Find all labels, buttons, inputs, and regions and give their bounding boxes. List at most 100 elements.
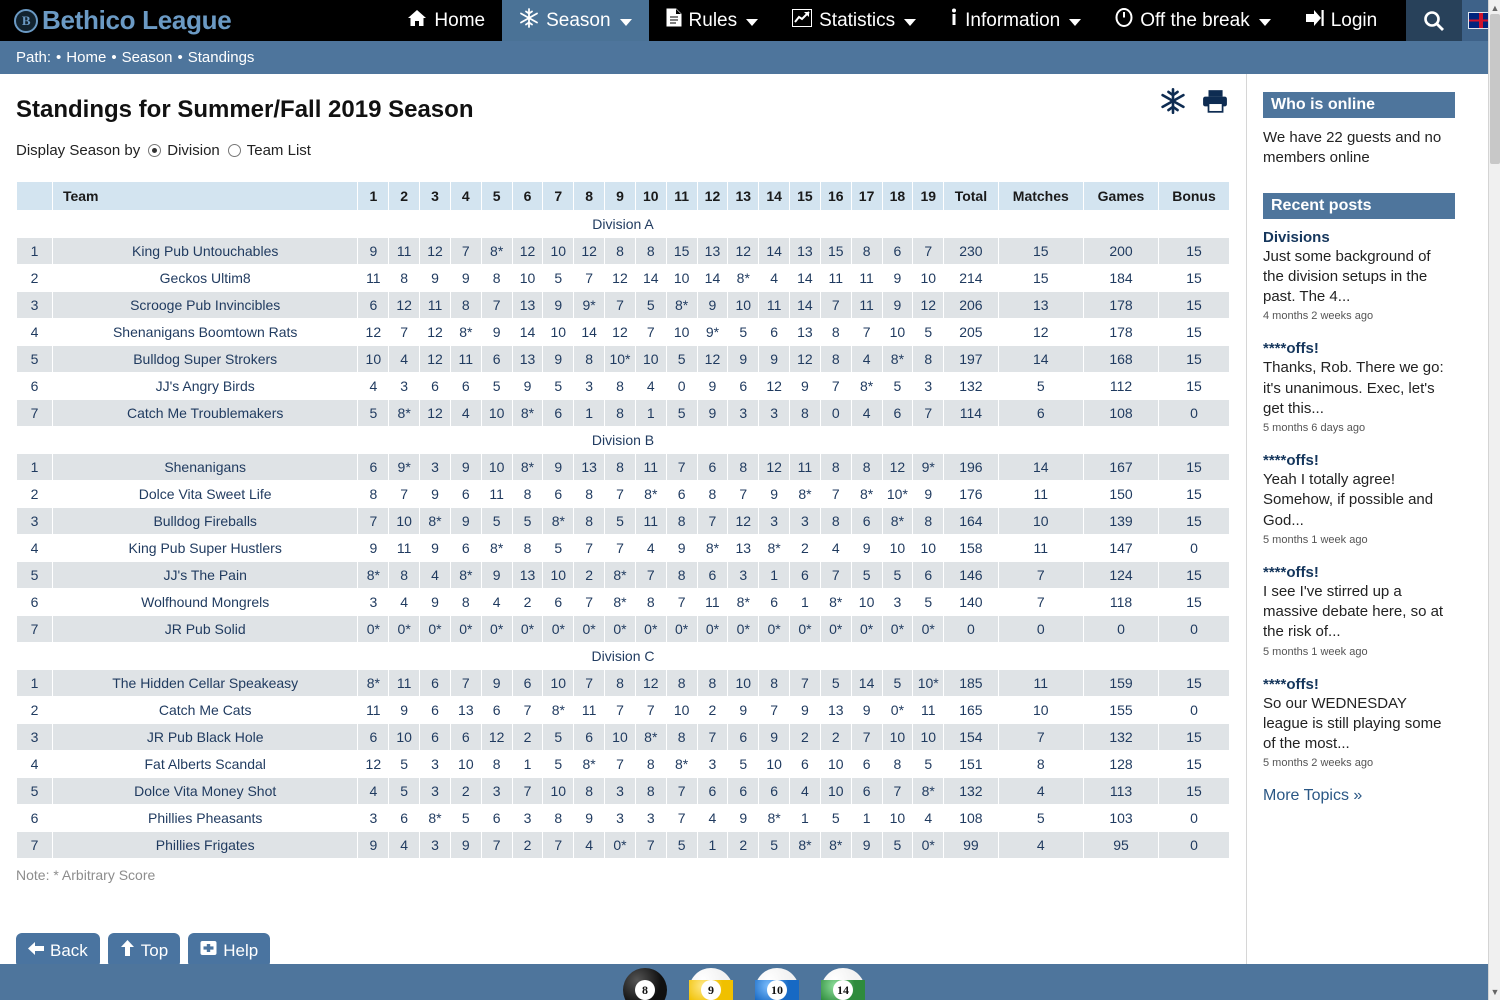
team-name-link[interactable]: King Pub Untouchables xyxy=(52,238,358,264)
week-score-8: 8 xyxy=(574,481,605,507)
col-team[interactable]: Team xyxy=(52,182,358,210)
breadcrumb-item-standings[interactable]: Standings xyxy=(188,49,255,66)
nav-item-information[interactable]: Information xyxy=(933,0,1098,41)
team-name-link[interactable]: Phillies Pheasants xyxy=(52,805,358,831)
nav-item-home[interactable]: Home xyxy=(390,0,502,41)
recent-posts-list: Divisions Just some background of the div… xyxy=(1263,229,1486,770)
team-name-link[interactable]: Scrooge Pub Invincibles xyxy=(52,292,358,318)
col-week-10[interactable]: 10 xyxy=(635,182,666,210)
col-week-15[interactable]: 15 xyxy=(790,182,820,210)
page-scrollbar[interactable]: ▲ ▼ xyxy=(1488,0,1500,1000)
col-bonus[interactable]: Bonus xyxy=(1159,182,1229,210)
team-name-link[interactable]: The Hidden Cellar Speakeasy xyxy=(52,670,358,696)
site-logo[interactable]: B Bethico League xyxy=(0,0,245,41)
post-title[interactable]: ****offs! xyxy=(1263,340,1449,357)
row-rank: 2 xyxy=(17,481,52,507)
team-name-link[interactable]: Phillies Frigates xyxy=(52,832,358,858)
week-score-3: 6 xyxy=(420,697,450,723)
col-week-18[interactable]: 18 xyxy=(882,182,913,210)
week-score-1: 8* xyxy=(358,562,389,588)
row-rank: 5 xyxy=(17,346,52,372)
week-score-15: 3 xyxy=(790,508,820,534)
col-week-14[interactable]: 14 xyxy=(759,182,790,210)
week-score-2: 6 xyxy=(389,805,420,831)
col-games[interactable]: Games xyxy=(1083,182,1159,210)
col-week-5[interactable]: 5 xyxy=(481,182,512,210)
scrollbar-thumb[interactable] xyxy=(1490,14,1500,164)
col-week-7[interactable]: 7 xyxy=(543,182,574,210)
snowflake-icon[interactable] xyxy=(1160,88,1186,119)
col-week-19[interactable]: 19 xyxy=(913,182,944,210)
breadcrumb-item-season[interactable]: Season xyxy=(122,49,173,66)
team-name-link[interactable]: Bulldog Fireballs xyxy=(52,508,358,534)
col-week-11[interactable]: 11 xyxy=(666,182,697,210)
col-week-6[interactable]: 6 xyxy=(512,182,543,210)
col-week-8[interactable]: 8 xyxy=(574,182,605,210)
team-name-link[interactable]: Dolce Vita Sweet Life xyxy=(52,481,358,507)
week-score-9: 8 xyxy=(605,373,635,399)
col-week-17[interactable]: 17 xyxy=(851,182,882,210)
more-topics-link[interactable]: More Topics » xyxy=(1263,787,1486,805)
team-name-link[interactable]: Wolfhound Mongrels xyxy=(52,589,358,615)
post-title[interactable]: ****offs! xyxy=(1263,452,1449,469)
team-name-link[interactable]: JR Pub Black Hole xyxy=(52,724,358,750)
back-button[interactable]: Back xyxy=(16,933,100,968)
team-name-link[interactable]: Shenanigans Boomtown Rats xyxy=(52,319,358,345)
team-name-link[interactable]: Dolce Vita Money Shot xyxy=(52,778,358,804)
help-button[interactable]: Help xyxy=(188,933,271,968)
team-name-link[interactable]: Fat Alberts Scandal xyxy=(52,751,358,777)
col-week-2[interactable]: 2 xyxy=(389,182,420,210)
radio-division[interactable] xyxy=(148,144,162,157)
week-score-4: 6 xyxy=(450,535,481,561)
post-title[interactable]: ****offs! xyxy=(1263,564,1449,581)
breadcrumb-item-home[interactable]: Home xyxy=(66,49,106,66)
week-score-9: 8 xyxy=(605,400,635,426)
team-name-link[interactable]: Catch Me Cats xyxy=(52,697,358,723)
printer-icon[interactable] xyxy=(1202,89,1228,118)
search-button[interactable] xyxy=(1406,0,1462,41)
team-name-link[interactable]: JJ's Angry Birds xyxy=(52,373,358,399)
week-score-4: 9 xyxy=(450,454,481,480)
col-week-16[interactable]: 16 xyxy=(820,182,851,210)
col-week-1[interactable]: 1 xyxy=(358,182,389,210)
top-button[interactable]: Top xyxy=(107,933,181,968)
team-name-link[interactable]: King Pub Super Hustlers xyxy=(52,535,358,561)
nav-item-off-the-break[interactable]: Off the break xyxy=(1098,0,1288,41)
week-score-4: 8 xyxy=(450,292,481,318)
week-score-17: 1 xyxy=(851,805,882,831)
team-name-link[interactable]: Shenanigans xyxy=(52,454,358,480)
scroll-up-arrow[interactable]: ▲ xyxy=(1490,2,1500,14)
team-name-link[interactable]: Catch Me Troublemakers xyxy=(52,400,358,426)
scroll-down-arrow[interactable]: ▼ xyxy=(1490,986,1500,998)
week-score-6: 5 xyxy=(512,508,543,534)
team-name-link[interactable]: JJ's The Pain xyxy=(52,562,358,588)
col-week-4[interactable]: 4 xyxy=(450,182,481,210)
row-games: 124 xyxy=(1083,562,1159,588)
team-name-link[interactable]: Bulldog Super Strokers xyxy=(52,346,358,372)
nav-item-rules[interactable]: Rules xyxy=(649,0,776,41)
post-title[interactable]: ****offs! xyxy=(1263,676,1449,693)
week-score-13: 3 xyxy=(728,400,759,426)
week-score-17: 8* xyxy=(851,373,882,399)
nav-item-login[interactable]: Login xyxy=(1288,0,1395,41)
week-score-15: 14 xyxy=(790,292,820,318)
col-matches[interactable]: Matches xyxy=(998,182,1083,210)
radio-team-list[interactable] xyxy=(227,144,241,157)
week-score-9: 0* xyxy=(605,616,635,642)
team-name-link[interactable]: Geckos Ultim8 xyxy=(52,265,358,291)
page-body: Standings for Summer/Fall 2019 Season Di… xyxy=(0,74,1500,968)
radio-division-label[interactable]: Division xyxy=(167,142,220,159)
nav-item-statistics[interactable]: Statistics xyxy=(775,0,933,41)
nav-item-season[interactable]: Season xyxy=(502,0,649,41)
week-score-10: 8 xyxy=(635,589,666,615)
week-score-1: 12 xyxy=(358,319,389,345)
col-total[interactable]: Total xyxy=(944,182,998,210)
week-score-13: 13 xyxy=(728,535,759,561)
radio-team-list-label[interactable]: Team List xyxy=(247,142,311,159)
col-week-9[interactable]: 9 xyxy=(605,182,635,210)
post-title[interactable]: Divisions xyxy=(1263,229,1449,246)
col-week-13[interactable]: 13 xyxy=(728,182,759,210)
col-week-3[interactable]: 3 xyxy=(420,182,450,210)
team-name-link[interactable]: JR Pub Solid xyxy=(52,616,358,642)
col-week-12[interactable]: 12 xyxy=(697,182,728,210)
